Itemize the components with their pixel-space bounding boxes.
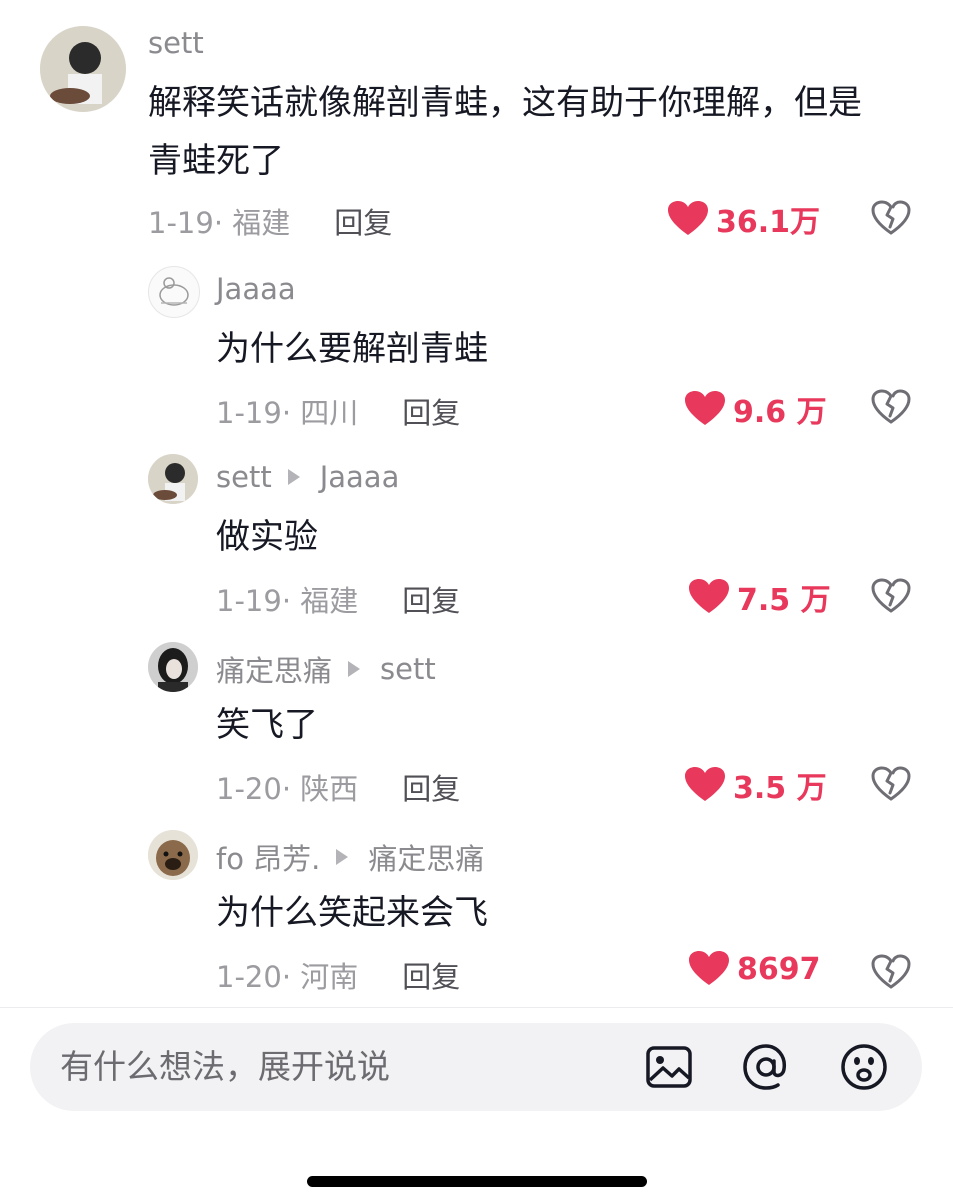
like-button[interactable]: 3.5 万 bbox=[685, 763, 827, 807]
comment-text: 为什么笑起来会飞 bbox=[216, 893, 488, 933]
date-location: 1-19· 四川 bbox=[216, 396, 359, 430]
heart-icon bbox=[685, 767, 725, 801]
comment-input[interactable]: 有什么想法，展开说说 bbox=[30, 1023, 922, 1111]
divider bbox=[0, 1007, 953, 1008]
comment-meta: 1-20· 陕西 回复 bbox=[216, 766, 460, 808]
like-count: 7.5 万 bbox=[737, 583, 831, 618]
broken-heart-icon[interactable] bbox=[871, 578, 911, 614]
image-icon[interactable] bbox=[644, 1042, 694, 1092]
heart-icon bbox=[685, 391, 725, 425]
reply-to-username[interactable]: 痛定思痛 bbox=[368, 836, 484, 878]
reply-button[interactable]: 回复 bbox=[402, 578, 460, 620]
like-count: 36.1万 bbox=[716, 205, 821, 240]
comment-text: 为什么要解剖青蛙 bbox=[216, 329, 488, 369]
broken-heart-icon[interactable] bbox=[871, 766, 911, 802]
like-count: 8697 bbox=[737, 951, 821, 987]
heart-icon bbox=[689, 579, 729, 613]
comment-input-placeholder: 有什么想法，展开说说 bbox=[60, 1047, 390, 1086]
comment-username[interactable]: sett Jaaaa bbox=[216, 460, 399, 494]
home-indicator[interactable] bbox=[307, 1176, 647, 1187]
comment-text: 做实验 bbox=[216, 517, 318, 557]
date-location: 1-19· 福建 bbox=[216, 584, 359, 618]
reply-button[interactable]: 回复 bbox=[334, 200, 392, 242]
comment-username[interactable]: 痛定思痛 sett bbox=[216, 648, 436, 690]
broken-heart-icon[interactable] bbox=[871, 200, 911, 236]
avatar[interactable] bbox=[148, 830, 198, 880]
broken-heart-icon[interactable] bbox=[871, 389, 911, 425]
at-icon[interactable] bbox=[741, 1042, 791, 1092]
comment-meta: 1-19· 四川 回复 bbox=[216, 390, 460, 432]
comment-username[interactable]: fo 昂芳. 痛定思痛 bbox=[216, 836, 484, 878]
like-button[interactable]: 9.6 万 bbox=[685, 387, 827, 431]
like-count: 9.6 万 bbox=[733, 395, 827, 430]
broken-heart-icon[interactable] bbox=[871, 954, 911, 990]
reply-button[interactable]: 回复 bbox=[402, 766, 460, 808]
comment-meta: 1-20· 河南 回复 bbox=[216, 954, 460, 996]
like-button[interactable]: 7.5 万 bbox=[689, 575, 831, 619]
heart-icon bbox=[668, 201, 708, 235]
reply-button[interactable]: 回复 bbox=[402, 954, 460, 996]
date-location: 1-19· 福建 bbox=[148, 206, 291, 240]
comment-username[interactable]: Jaaaa bbox=[216, 272, 296, 306]
date-location: 1-20· 河南 bbox=[216, 960, 359, 994]
like-button[interactable]: 36.1万 bbox=[668, 197, 820, 241]
reply-to-username[interactable]: sett bbox=[380, 652, 436, 686]
comment-username[interactable]: sett bbox=[148, 26, 204, 60]
avatar[interactable] bbox=[148, 642, 198, 692]
reply-arrow-icon bbox=[348, 661, 361, 677]
comment-text: 笑飞了 bbox=[216, 705, 318, 745]
reply-to-username[interactable]: Jaaaa bbox=[320, 460, 400, 494]
avatar[interactable] bbox=[148, 454, 198, 504]
avatar[interactable] bbox=[40, 26, 126, 112]
heart-icon bbox=[689, 951, 729, 985]
emoji-icon[interactable] bbox=[839, 1042, 889, 1092]
like-button[interactable]: 8697 bbox=[689, 951, 821, 987]
reply-button[interactable]: 回复 bbox=[402, 390, 460, 432]
reply-arrow-icon bbox=[336, 849, 349, 865]
avatar[interactable] bbox=[148, 266, 200, 318]
comment-text: 解释笑话就像解剖青蛙，这有助于你理解，但是 青蛙死了 bbox=[148, 83, 862, 181]
reply-arrow-icon bbox=[287, 469, 300, 485]
like-count: 3.5 万 bbox=[733, 771, 827, 806]
comment-meta: 1-19· 福建 回复 bbox=[148, 200, 392, 242]
date-location: 1-20· 陕西 bbox=[216, 772, 359, 806]
comment-meta: 1-19· 福建 回复 bbox=[216, 578, 460, 620]
